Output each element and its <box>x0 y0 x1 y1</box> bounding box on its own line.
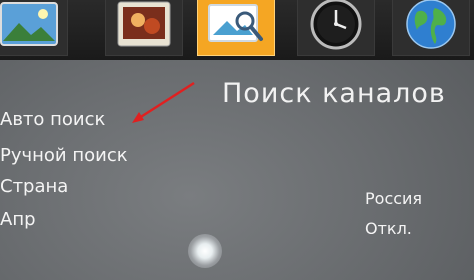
tab-globe[interactable] <box>392 0 470 56</box>
tab-picture[interactable] <box>105 0 183 56</box>
menu-item-country[interactable]: Страна <box>0 176 68 197</box>
picture-icon <box>117 1 171 47</box>
clock-icon <box>310 0 362 50</box>
tab-image-search[interactable] <box>197 0 275 56</box>
menu-item-manual-search[interactable]: Ручной поиск <box>0 145 128 166</box>
red-arrow-annotation <box>132 81 195 123</box>
apr-value: Откл. <box>365 219 412 238</box>
photo-icon <box>0 2 58 46</box>
menu-item-apr[interactable]: Апр <box>0 209 36 230</box>
screen-glare <box>188 234 222 268</box>
tab-clock[interactable] <box>297 0 375 56</box>
page-title: Поиск каналов <box>222 78 446 109</box>
tab-photo[interactable] <box>0 0 68 56</box>
country-value: Россия <box>365 189 423 208</box>
top-menu-tabs <box>0 0 474 60</box>
globe-icon <box>406 0 456 49</box>
menu-item-auto-search[interactable]: Авто поиск <box>0 109 105 130</box>
image-search-icon <box>208 4 263 42</box>
